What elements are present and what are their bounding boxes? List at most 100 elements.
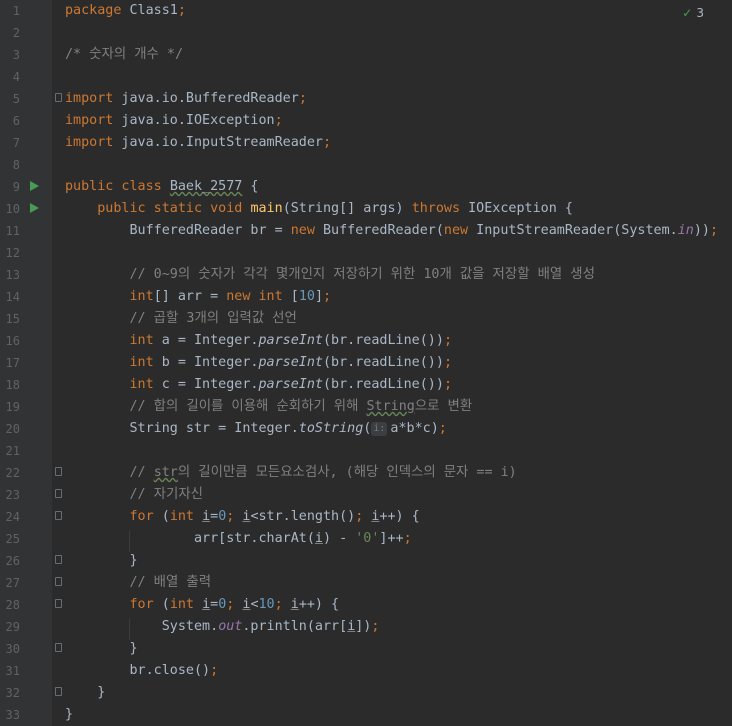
line-number: 19: [5, 400, 20, 414]
code-line[interactable]: 1 package Class1;: [0, 0, 732, 22]
code-line[interactable]: 25 arr[str.charAt(i) - '0']++;: [0, 528, 732, 550]
code-line[interactable]: 20 String str = Integer.toString(i: a*b*c…: [0, 418, 732, 440]
code-text: int a = Integer.parseInt(br.readLine());: [129, 333, 453, 348]
code-line[interactable]: 19 // 합의 길이를 이용해 순회하기 위해 String으로 변환: [0, 396, 732, 418]
code-text: package Class1;: [65, 3, 186, 18]
code-line[interactable]: 27 // 배열 출력: [0, 572, 732, 594]
code-text: int c = Integer.parseInt(br.readLine());: [129, 377, 453, 392]
code-line[interactable]: 7 import java.io.InputStreamReader;: [0, 132, 732, 154]
inspection-count: 3: [696, 6, 704, 20]
code-text: for (int i=0; i<str.length(); i++) {: [129, 509, 420, 524]
code-line[interactable]: 3 /* 숫자의 개수 */: [0, 44, 732, 66]
line-number: 14: [5, 290, 20, 304]
check-icon: ✓: [682, 6, 693, 20]
code-text: }: [65, 553, 138, 568]
code-line[interactable]: 23 // 자기자신: [0, 484, 732, 506]
code-line[interactable]: 2: [0, 22, 732, 44]
line-number: 11: [5, 224, 20, 238]
code-line[interactable]: 24 for (int i=0; i<str.length(); i++) {: [0, 506, 732, 528]
line-number: 31: [5, 664, 20, 678]
line-number: 3: [12, 48, 20, 62]
line-number: 6: [12, 114, 20, 128]
code-line[interactable]: 15 // 곱할 3개의 입력값 선언: [0, 308, 732, 330]
fold-marker-icon[interactable]: [55, 467, 62, 476]
fold-marker-icon[interactable]: [55, 511, 62, 520]
code-line[interactable]: 31 br.close();: [0, 660, 732, 682]
code-line[interactable]: 10 public static void main(String[] args…: [0, 198, 732, 220]
line-number: 9: [12, 180, 20, 194]
code-line[interactable]: 4: [0, 66, 732, 88]
line-number: 5: [12, 92, 20, 106]
code-line[interactable]: 16 int a = Integer.parseInt(br.readLine(…: [0, 330, 732, 352]
line-number: 1: [12, 4, 20, 18]
line-number: 22: [5, 466, 20, 480]
code-text: for (int i=0; i<10; i++) {: [129, 597, 340, 612]
code-line[interactable]: 5 import java.io.BufferedReader;: [0, 88, 732, 110]
line-number: 16: [5, 334, 20, 348]
line-number: 20: [5, 422, 20, 436]
code-line[interactable]: 22 // str의 길이만큼 모든요소검사, (해당 인덱스의 문자 == i…: [0, 462, 732, 484]
code-line[interactable]: 29 System.out.println(arr[i]);: [0, 616, 732, 638]
code-line[interactable]: 18 int c = Integer.parseInt(br.readLine(…: [0, 374, 732, 396]
code-line[interactable]: 26 }: [0, 550, 732, 572]
run-gutter-icon[interactable]: [30, 181, 39, 191]
code-line[interactable]: 6 import java.io.IOException;: [0, 110, 732, 132]
line-number: 26: [5, 554, 20, 568]
fold-marker-icon[interactable]: [55, 643, 62, 652]
code-text: int b = Integer.parseInt(br.readLine());: [129, 355, 453, 370]
code-line[interactable]: 17 int b = Integer.parseInt(br.readLine(…: [0, 352, 732, 374]
code-line[interactable]: 9 public class Baek_2577 {: [0, 176, 732, 198]
code-line[interactable]: 32 }: [0, 682, 732, 704]
line-number: 13: [5, 268, 20, 282]
code-line[interactable]: 12: [0, 242, 732, 264]
code-line[interactable]: 8: [0, 154, 732, 176]
code-text: public class Baek_2577 {: [65, 179, 259, 194]
line-number: 29: [5, 620, 20, 634]
code-line[interactable]: 28 for (int i=0; i<10; i++) {: [0, 594, 732, 616]
code-text: arr[str.charAt(i) - '0']++;: [65, 531, 412, 546]
code-text: // 합의 길이를 이용해 순회하기 위해 String으로 변환: [129, 399, 473, 414]
code-text: // 0~9의 숫자가 각각 몇개인지 저장하기 위한 10개 값을 저장할 배…: [129, 267, 595, 282]
code-text: br.close();: [65, 663, 219, 678]
fold-marker-icon[interactable]: [55, 687, 62, 696]
line-number: 25: [5, 532, 20, 546]
fold-marker-icon[interactable]: [55, 555, 62, 564]
line-number: 30: [5, 642, 20, 656]
code-text: import java.io.BufferedReader;: [65, 91, 307, 106]
code-line[interactable]: 11 BufferedReader br = new BufferedReade…: [0, 220, 732, 242]
fold-marker-icon[interactable]: [55, 93, 62, 102]
code-text: // str의 길이만큼 모든요소검사, (해당 인덱스의 문자 == i): [129, 465, 517, 480]
code-text: // 배열 출력: [129, 575, 212, 590]
line-number: 24: [5, 510, 20, 524]
fold-marker-icon[interactable]: [55, 599, 62, 608]
fold-marker-icon[interactable]: [55, 577, 62, 586]
run-gutter-icon[interactable]: [30, 203, 39, 213]
code-text: BufferedReader br = new BufferedReader(n…: [65, 223, 719, 238]
code-text: // 곱할 3개의 입력값 선언: [129, 311, 297, 326]
code-text: System.out.println(arr[i]);: [65, 619, 380, 634]
code-line[interactable]: 30 }: [0, 638, 732, 660]
line-number: 17: [5, 356, 20, 370]
code-text: public static void main(String[] args) t…: [97, 201, 573, 216]
fold-marker-icon[interactable]: [55, 489, 62, 498]
line-number: 32: [5, 686, 20, 700]
code-text: String str = Integer.toString(i: a*b*c);: [65, 421, 447, 436]
code-line[interactable]: 33}: [0, 704, 732, 726]
code-text: // 자기자신: [129, 487, 203, 502]
code-text: int[] arr = new int [10];: [129, 289, 332, 304]
code-line[interactable]: 13 // 0~9의 숫자가 각각 몇개인지 저장하기 위한 10개 값을 저장…: [0, 264, 732, 286]
line-number: 7: [12, 136, 20, 150]
line-number: 4: [12, 70, 20, 84]
line-number: 15: [5, 312, 20, 326]
code-text: import java.io.IOException;: [65, 113, 283, 128]
code-line[interactable]: 21: [0, 440, 732, 462]
line-number: 33: [5, 708, 20, 722]
line-number: 8: [12, 158, 20, 172]
line-number: 18: [5, 378, 20, 392]
inspection-widget[interactable]: ✓ 3: [682, 5, 704, 21]
code-text: }: [65, 641, 138, 656]
line-number: 21: [5, 444, 20, 458]
line-number: 23: [5, 488, 20, 502]
code-text: }: [65, 685, 106, 700]
code-line[interactable]: 14 int[] arr = new int [10];: [0, 286, 732, 308]
